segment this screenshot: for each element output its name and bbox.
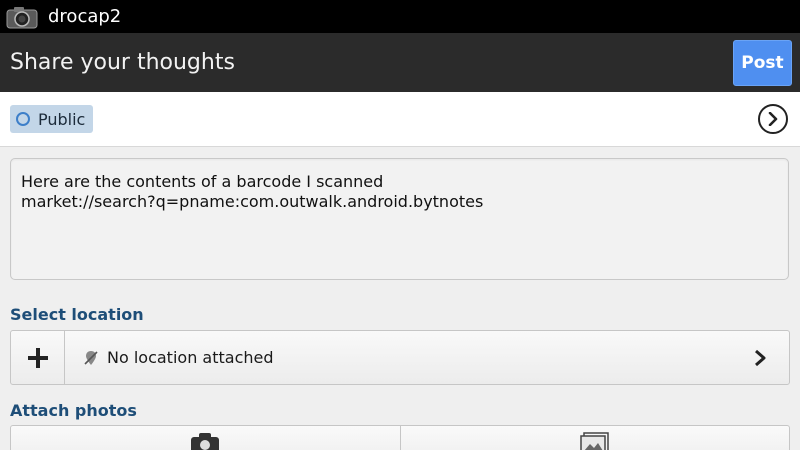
take-photo-button[interactable] bbox=[11, 426, 400, 450]
location-label: No location attached bbox=[107, 348, 274, 367]
audience-chip[interactable]: Public bbox=[10, 105, 94, 133]
location-row[interactable]: No location attached bbox=[10, 330, 790, 385]
chevron-circle-icon[interactable] bbox=[758, 104, 788, 134]
attach-photos-row bbox=[10, 425, 790, 450]
audience-label: Public bbox=[38, 109, 86, 129]
page-title: Share your thoughts bbox=[10, 50, 235, 75]
attach-photos-header: Attach photos bbox=[10, 401, 137, 420]
location-selector[interactable]: No location attached bbox=[65, 331, 789, 384]
gallery-icon bbox=[580, 432, 610, 450]
chevron-right-icon bbox=[753, 349, 767, 367]
choose-photo-button[interactable] bbox=[399, 426, 790, 450]
audience-row[interactable]: Public bbox=[0, 92, 800, 147]
camera-icon bbox=[190, 432, 220, 450]
select-location-header: Select location bbox=[10, 305, 144, 324]
post-button[interactable]: Post bbox=[733, 39, 792, 86]
post-text-input[interactable]: Here are the contents of a barcode I sca… bbox=[10, 158, 789, 280]
camera-icon bbox=[6, 5, 38, 29]
no-location-icon bbox=[83, 350, 99, 366]
status-bar: drocap2 bbox=[0, 0, 800, 33]
plus-icon[interactable] bbox=[11, 331, 65, 384]
app-title: drocap2 bbox=[48, 6, 122, 27]
action-bar: Share your thoughts Post bbox=[0, 33, 800, 92]
circle-icon bbox=[16, 112, 30, 126]
